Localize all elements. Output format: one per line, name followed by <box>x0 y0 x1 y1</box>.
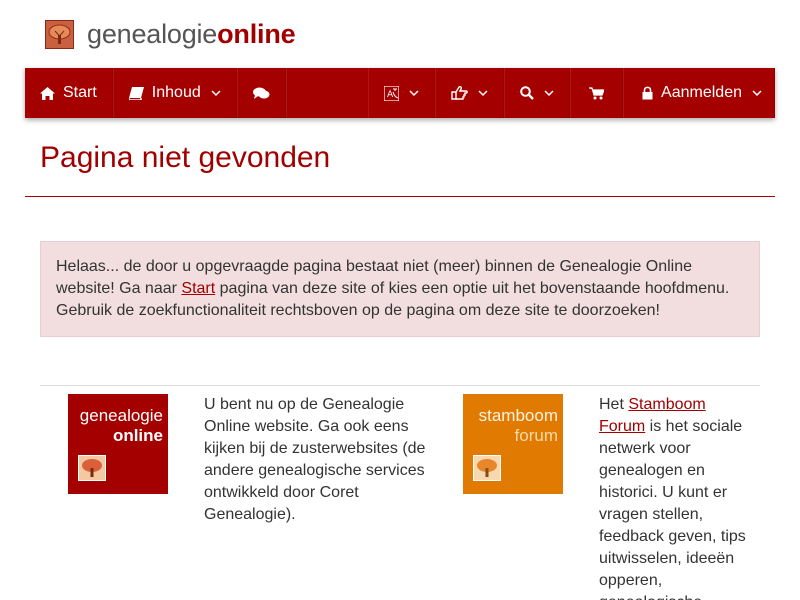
not-found-alert: Helaas... de door u opgevraagde pagina b… <box>40 241 760 337</box>
alert-start-link[interactable]: Start <box>181 280 215 297</box>
search-icon <box>520 86 534 100</box>
forum-text-after: is het sociale netwerk voor genealogen e… <box>599 418 746 600</box>
tile-sf-line1: stamboom <box>478 406 558 425</box>
nav-cart[interactable] <box>570 68 624 118</box>
chevron-down-icon <box>211 89 221 96</box>
main-navbar: Start Inhoud A Aanmelden <box>25 68 775 118</box>
nav-search[interactable] <box>504 68 571 118</box>
nav-start-label: Start <box>63 84 97 101</box>
tree-icon <box>78 455 106 481</box>
site-title-part1: genealogie <box>87 19 218 49</box>
title-divider <box>25 196 775 197</box>
nav-start[interactable]: Start <box>25 68 113 118</box>
section-divider <box>40 385 760 386</box>
nav-spacer <box>285 68 368 118</box>
nav-language[interactable]: A <box>368 68 436 118</box>
tile-go-line2: online <box>112 426 163 445</box>
chevron-down-icon <box>409 89 419 96</box>
site-title: genealogieonline <box>87 18 296 50</box>
chevron-down-icon <box>752 89 762 96</box>
language-icon: A <box>384 85 400 101</box>
nav-inhoud[interactable]: Inhoud <box>112 68 237 118</box>
home-icon <box>40 86 55 100</box>
nav-forum[interactable] <box>236 68 286 118</box>
svg-text:A: A <box>387 90 394 100</box>
genealogie-online-tile[interactable]: genealogie online <box>68 394 168 494</box>
stamboom-forum-tile[interactable]: stamboom forum <box>463 394 563 494</box>
page-title: Pagina niet gevonden <box>40 141 331 174</box>
nav-aanmelden-label: Aanmelden <box>661 84 742 101</box>
nav-feedback[interactable] <box>435 68 505 118</box>
tree-icon <box>473 455 501 481</box>
site-brand[interactable]: genealogieonline <box>45 18 296 50</box>
stamboom-forum-description: Het Stamboom Forum is het sociale netwer… <box>599 394 751 600</box>
site-title-part2: online <box>217 19 296 49</box>
tile-sf-line2: forum <box>514 426 558 445</box>
chevron-down-icon <box>478 89 488 96</box>
cart-icon <box>589 86 605 99</box>
forum-text-before: Het <box>599 396 629 413</box>
lock-icon <box>642 86 653 100</box>
tree-icon <box>45 19 74 49</box>
chevron-down-icon <box>544 89 554 96</box>
thumbs-up-icon <box>451 86 468 100</box>
book-icon <box>128 86 144 100</box>
nav-aanmelden[interactable]: Aanmelden <box>623 68 775 118</box>
nav-inhoud-label: Inhoud <box>151 84 201 101</box>
chat-icon <box>252 87 270 99</box>
genealogie-online-description: U bent nu op de Genealogie Online websit… <box>204 396 426 523</box>
tile-go-line1: genealogie <box>79 406 163 425</box>
